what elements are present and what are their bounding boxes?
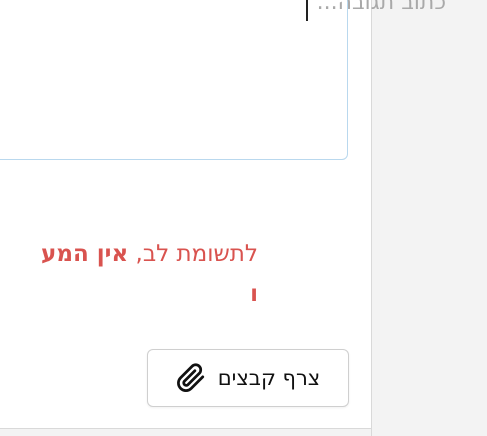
notice-line-2: ו [0,274,258,314]
notice-line-2-text: ו [250,281,258,307]
notice-bold: אין המע [41,241,129,267]
attach-files-button[interactable]: צרף קבצים [147,349,349,407]
attach-files-label: צרף קבצים [217,366,321,390]
side-panel [371,0,487,436]
reply-placeholder: כתוב תגובה... [316,0,446,15]
notice-line-1: לתשומת לב, אין המע [0,234,258,274]
attention-notice: לתשומת לב, אין המע ו [0,234,258,314]
text-caret [306,0,308,21]
notice-prefix: לתשומת לב, [128,241,259,267]
footer-strip [0,428,371,436]
paperclip-icon [176,363,204,392]
reply-textarea[interactable] [0,0,348,160]
